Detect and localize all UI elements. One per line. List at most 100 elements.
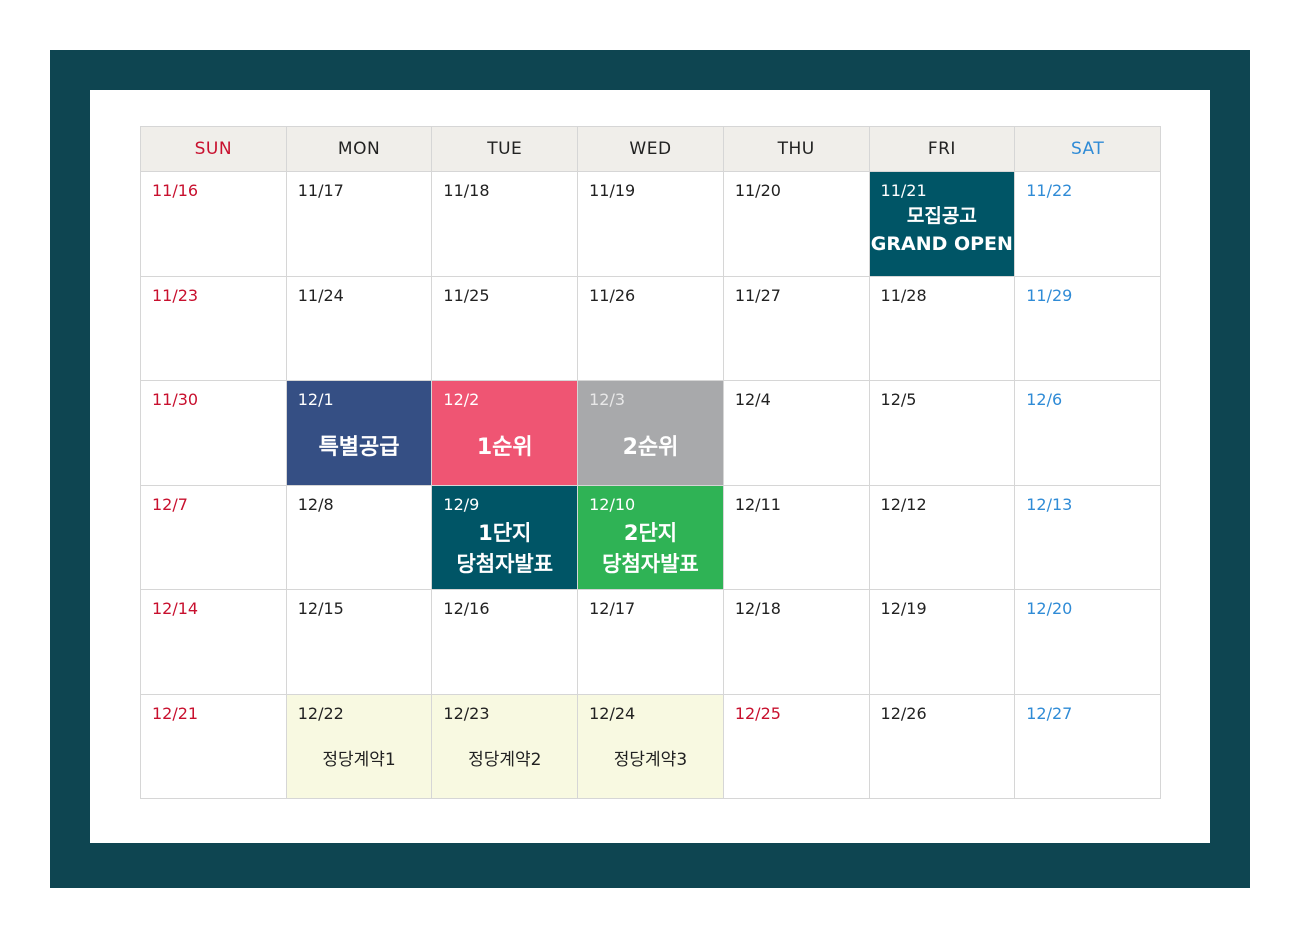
day-date: 12/7: [152, 494, 188, 514]
day-date: 12/14: [152, 599, 199, 618]
day-cell[interactable]: 12/13: [1014, 484, 1161, 590]
day-cell[interactable]: 12/21: [140, 693, 287, 799]
day-date: 11/20: [734, 181, 781, 200]
weekday-header-mon: MON: [285, 126, 433, 172]
day-date: 12/15: [297, 599, 344, 618]
day-cell[interactable]: 12/19: [868, 589, 1016, 695]
day-cell[interactable]: 12/7: [140, 484, 287, 590]
day-cell-grand-open[interactable]: 11/21 모집공고 GRAND OPEN: [868, 171, 1016, 277]
day-date: 12/21: [152, 703, 199, 723]
day-cell[interactable]: 12/12: [868, 484, 1016, 590]
weekday-header-thu: THU: [722, 126, 870, 172]
day-date: 11/27: [734, 285, 781, 305]
day-date: 12/24: [589, 703, 636, 723]
day-date: 11/19: [589, 181, 636, 200]
day-cell[interactable]: 11/18: [431, 171, 579, 277]
day-cell[interactable]: 11/22: [1014, 171, 1161, 277]
day-cell[interactable]: 11/24: [285, 275, 433, 381]
day-cell-winner-complex2[interactable]: 12/10 2단지 당첨자발표: [577, 484, 724, 590]
event-winner-complex2: 2단지 당첨자발표: [578, 518, 723, 580]
day-date: 11/23: [152, 285, 199, 305]
day-date: 12/3: [589, 390, 626, 409]
day-cell[interactable]: 12/8: [285, 484, 433, 590]
day-date: 11/21: [880, 181, 927, 200]
day-cell[interactable]: 12/4: [722, 380, 870, 486]
day-cell[interactable]: 11/26: [577, 275, 724, 381]
week-row: 12/21 12/22 정당계약1 12/23 정당계약2 12/24 정당계약…: [140, 693, 1161, 799]
day-cell[interactable]: 11/23: [140, 275, 287, 381]
weekday-header-row: SUN MON TUE WED THU FRI SAT: [140, 126, 1161, 172]
day-date: 12/10: [589, 494, 636, 514]
event-contract3: 정당계약3: [613, 749, 688, 770]
event-contract2: 정당계약2: [468, 749, 542, 770]
event-special-supply: 특별공급: [318, 435, 400, 460]
day-date: 12/8: [297, 494, 334, 514]
day-cell-contract2[interactable]: 12/23 정당계약2: [431, 693, 579, 799]
day-cell[interactable]: 11/29: [1014, 275, 1161, 381]
day-date: 12/18: [734, 599, 781, 618]
event-label-line2: GRAND OPEN: [870, 233, 1013, 255]
day-date: 12/22: [297, 703, 344, 723]
day-date: 12/23: [443, 703, 490, 723]
day-date: 12/26: [880, 703, 927, 723]
week-row: 12/7 12/8 12/9 1단지 당첨자발표 12/10 2단지 당첨자발표…: [140, 484, 1161, 590]
day-date: 11/29: [1026, 285, 1073, 305]
day-cell[interactable]: 12/27: [1014, 693, 1161, 799]
day-date: 11/24: [297, 285, 344, 305]
day-date: 11/17: [297, 181, 344, 200]
day-date: 11/18: [443, 181, 490, 200]
day-date: 12/19: [880, 599, 927, 618]
week-row: 12/14 12/15 12/16 12/17 12/18 12/19 12/2…: [140, 589, 1161, 695]
event-first-rank: 1순위: [476, 435, 533, 460]
day-cell-winner-complex1[interactable]: 12/9 1단지 당첨자발표: [431, 484, 579, 590]
event-label-line2: 당첨자발표: [602, 551, 699, 576]
day-cell[interactable]: 12/6: [1014, 380, 1161, 486]
day-cell[interactable]: 12/14: [140, 589, 287, 695]
day-cell[interactable]: 12/17: [577, 589, 724, 695]
event-winner-complex1: 1단지 당첨자발표: [432, 518, 577, 580]
day-cell[interactable]: 11/17: [285, 171, 433, 277]
day-cell[interactable]: 11/30: [140, 380, 287, 486]
schedule-calendar: SUN MON TUE WED THU FRI SAT 11/16 11/17 …: [140, 126, 1161, 799]
day-date: 11/30: [152, 390, 199, 409]
day-cell[interactable]: 11/28: [868, 275, 1016, 381]
day-cell[interactable]: 11/25: [431, 275, 579, 381]
day-date: 12/9: [443, 494, 480, 514]
day-date: 12/25: [734, 703, 781, 723]
day-cell-second-rank[interactable]: 12/3 2순위: [577, 380, 724, 486]
day-cell-first-rank[interactable]: 12/2 1순위: [431, 380, 579, 486]
event-label-line1: 1단지: [478, 520, 532, 545]
day-date: 11/22: [1026, 181, 1073, 200]
day-date: 12/4: [734, 390, 771, 409]
day-cell[interactable]: 11/20: [722, 171, 870, 277]
day-cell-special-supply[interactable]: 12/1 특별공급: [285, 380, 433, 486]
day-date: 11/25: [443, 285, 490, 305]
day-date: 12/20: [1026, 599, 1073, 618]
day-cell[interactable]: 12/20: [1014, 589, 1161, 695]
event-label-line2: 당첨자발표: [456, 551, 554, 576]
calendar-frame: SUN MON TUE WED THU FRI SAT 11/16 11/17 …: [50, 50, 1250, 888]
day-date: 12/2: [443, 390, 480, 409]
day-cell-contract1[interactable]: 12/22 정당계약1: [285, 693, 433, 799]
weekday-header-fri: FRI: [868, 126, 1016, 172]
day-cell[interactable]: 12/18: [722, 589, 870, 695]
day-date: 11/28: [880, 285, 927, 305]
day-cell[interactable]: 11/16: [140, 171, 287, 277]
weekday-header-sat: SAT: [1014, 126, 1161, 172]
day-cell[interactable]: 12/11: [722, 484, 870, 590]
event-label-line1: 2단지: [623, 520, 678, 545]
day-date: 11/26: [589, 285, 636, 305]
event-contract1: 정당계약1: [322, 749, 396, 770]
day-cell-contract3[interactable]: 12/24 정당계약3: [577, 693, 724, 799]
day-date: 12/11: [734, 494, 781, 514]
event-grand-open: 모집공고 GRAND OPEN: [870, 202, 1015, 258]
day-cell-holiday[interactable]: 12/25: [722, 693, 870, 799]
day-cell[interactable]: 11/19: [577, 171, 724, 277]
day-cell[interactable]: 12/5: [868, 380, 1016, 486]
week-row: 11/23 11/24 11/25 11/26 11/27 11/28 11/2…: [140, 275, 1161, 381]
day-cell[interactable]: 11/27: [722, 275, 870, 381]
day-cell[interactable]: 12/26: [868, 693, 1016, 799]
day-cell[interactable]: 12/16: [431, 589, 579, 695]
week-row: 11/30 12/1 특별공급 12/2 1순위 12/3 2순위 12/4 1…: [140, 380, 1161, 486]
day-cell[interactable]: 12/15: [285, 589, 433, 695]
